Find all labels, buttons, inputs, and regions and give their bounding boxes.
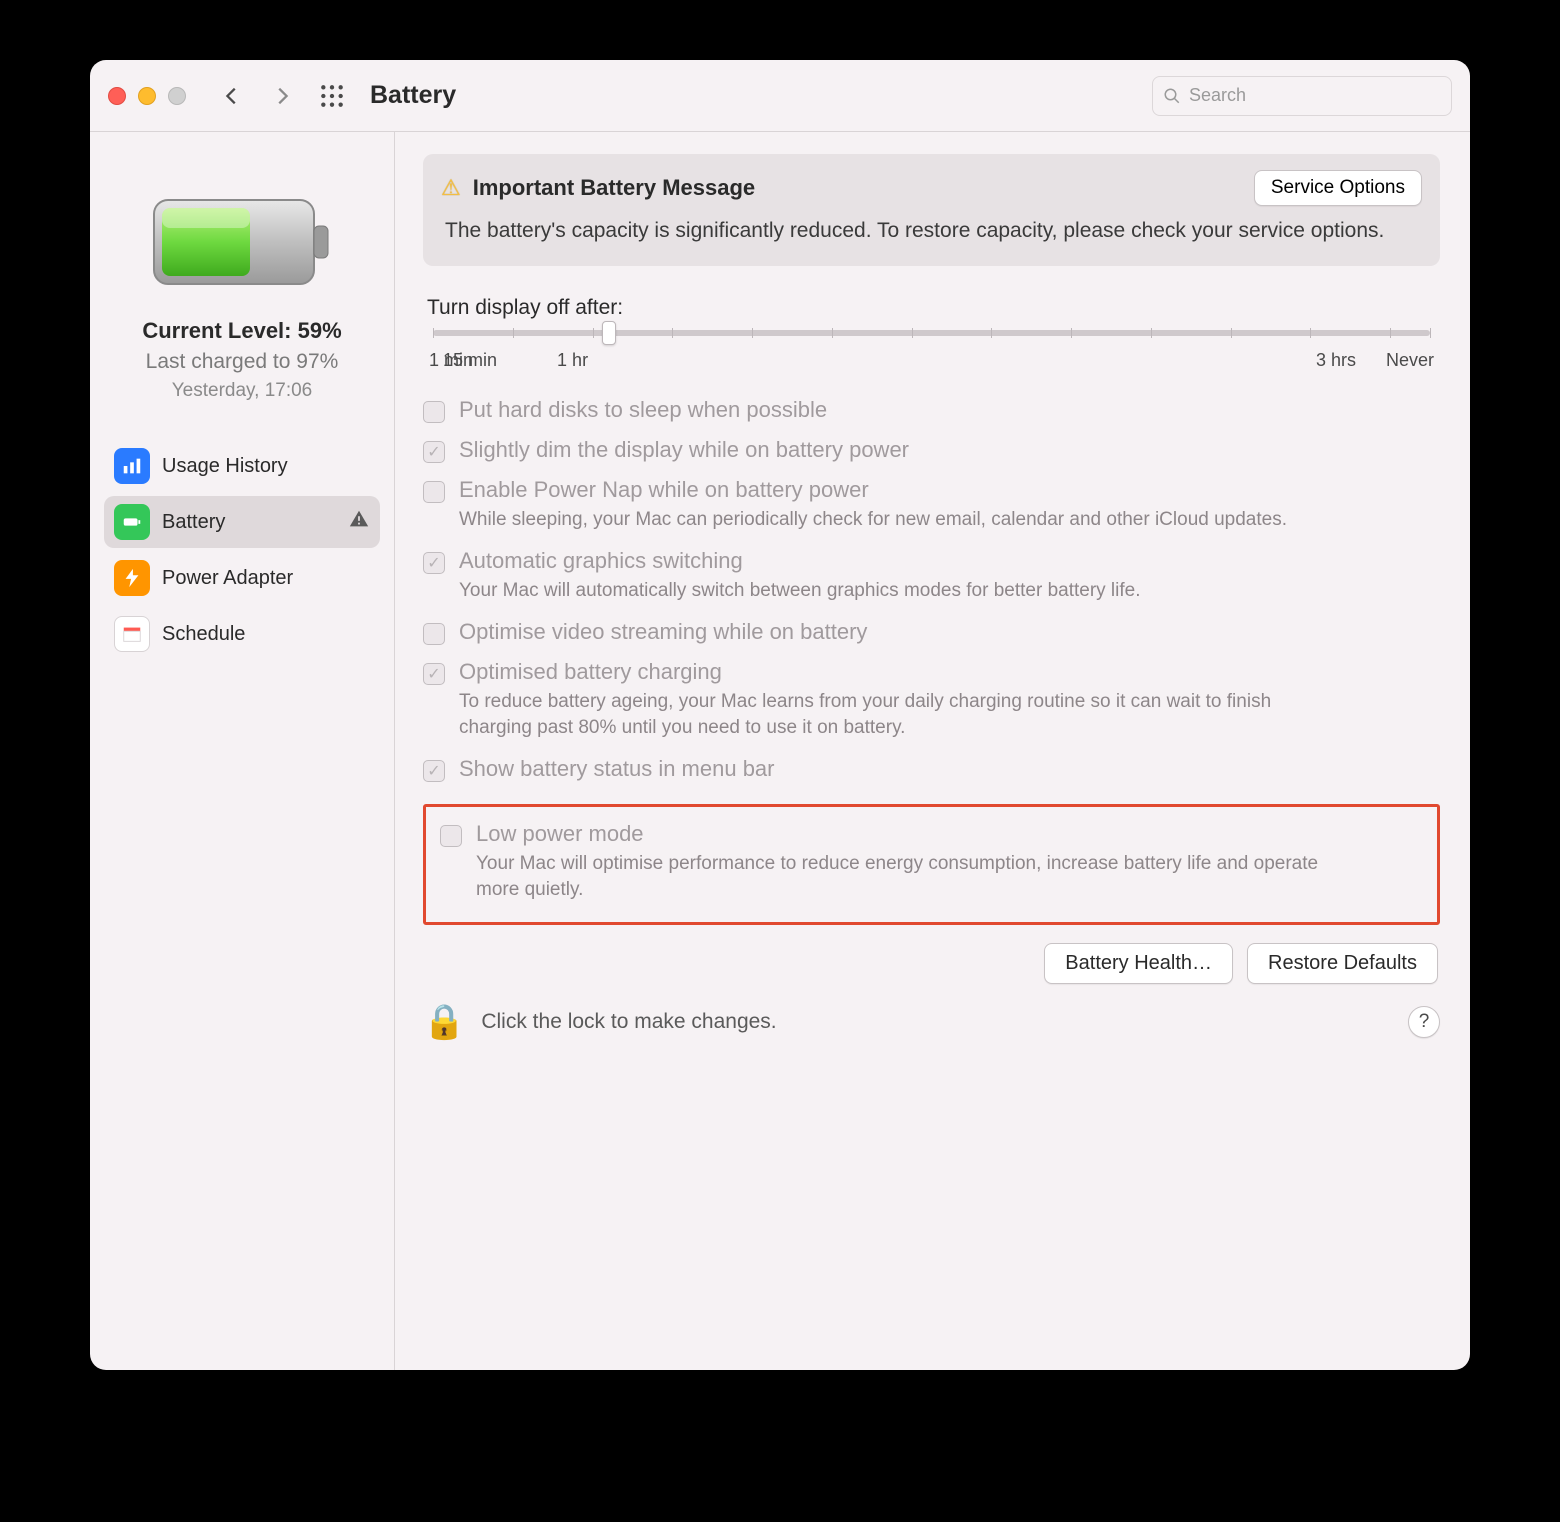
checkbox[interactable]: [423, 552, 445, 574]
sidebar-item-battery[interactable]: Battery: [104, 496, 380, 548]
tick-label: Never: [1386, 350, 1434, 371]
option-hard-disks-sleep[interactable]: Put hard disks to sleep when possible: [423, 397, 1440, 423]
checkbox[interactable]: [423, 481, 445, 503]
checkbox[interactable]: [423, 441, 445, 463]
preferences-window: Battery Search: [90, 60, 1470, 1370]
bolt-icon: [114, 560, 150, 596]
service-options-button[interactable]: Service Options: [1254, 170, 1422, 206]
option-label: Enable Power Nap while on battery power: [459, 477, 1287, 503]
battery-alert: ⚠︎ Important Battery Message Service Opt…: [423, 154, 1440, 266]
option-show-menu-bar[interactable]: Show battery status in menu bar: [423, 756, 1440, 782]
lock-text: Click the lock to make changes.: [481, 1010, 776, 1034]
forward-button[interactable]: [264, 78, 300, 114]
warning-icon: [348, 508, 370, 536]
checkbox[interactable]: [440, 825, 462, 847]
sidebar-item-label: Schedule: [162, 623, 245, 646]
window-title: Battery: [370, 81, 456, 110]
minimize-button[interactable]: [138, 87, 156, 105]
search-placeholder: Search: [1189, 85, 1246, 106]
tick-label: 15 min: [443, 350, 497, 371]
toolbar: Battery Search: [90, 60, 1470, 132]
option-dim-display[interactable]: Slightly dim the display while on batter…: [423, 437, 1440, 463]
option-optimise-video[interactable]: Optimise video streaming while on batter…: [423, 619, 1440, 645]
window-controls: [108, 87, 186, 105]
battery-illustration-icon: [152, 192, 332, 292]
option-optimised-charging[interactable]: Optimised battery charging To reduce bat…: [423, 659, 1440, 742]
checkbox[interactable]: [423, 663, 445, 685]
help-button[interactable]: ?: [1408, 1006, 1440, 1038]
current-level-label: Current Level: 59%: [142, 318, 341, 344]
option-label: Put hard disks to sleep when possible: [459, 397, 827, 423]
checkbox[interactable]: [423, 623, 445, 645]
options-list: Put hard disks to sleep when possible Sl…: [423, 397, 1440, 925]
footer-buttons: Battery Health… Restore Defaults: [425, 943, 1438, 984]
option-desc: Your Mac will automatically switch betwe…: [459, 578, 1141, 605]
battery-health-button[interactable]: Battery Health…: [1044, 943, 1233, 984]
show-all-icon[interactable]: [314, 78, 350, 114]
option-auto-graphics[interactable]: Automatic graphics switching Your Mac wi…: [423, 548, 1440, 605]
option-label: Optimised battery charging: [459, 659, 1339, 685]
back-button[interactable]: [214, 78, 250, 114]
restore-defaults-button[interactable]: Restore Defaults: [1247, 943, 1438, 984]
last-charged-label: Last charged to 97%: [146, 350, 339, 374]
low-power-mode-highlight: Low power mode Your Mac will optimise pe…: [423, 804, 1440, 925]
option-power-nap[interactable]: Enable Power Nap while on battery power …: [423, 477, 1440, 534]
last-charged-time: Yesterday, 17:06: [172, 380, 313, 402]
sidebar-nav: Usage History Battery Power Adapter: [104, 440, 380, 660]
tick-label: 1 hr: [557, 350, 588, 371]
slider-tick-labels: 1 min 15 min 1 hr 3 hrs Never: [429, 350, 1434, 371]
option-label: Slightly dim the display while on batter…: [459, 437, 909, 463]
alert-title: Important Battery Message: [473, 175, 755, 201]
option-low-power-mode[interactable]: Low power mode Your Mac will optimise pe…: [440, 821, 1423, 904]
close-button[interactable]: [108, 87, 126, 105]
option-label: Optimise video streaming while on batter…: [459, 619, 867, 645]
sidebar-item-label: Power Adapter: [162, 567, 293, 590]
sidebar-item-usage-history[interactable]: Usage History: [104, 440, 380, 492]
tick-label: 3 hrs: [1316, 350, 1356, 371]
lock-icon[interactable]: 🔒: [423, 1002, 465, 1042]
chart-bar-icon: [114, 448, 150, 484]
checkbox[interactable]: [423, 760, 445, 782]
main-content: ⚠︎ Important Battery Message Service Opt…: [395, 132, 1470, 1370]
sidebar-item-label: Usage History: [162, 455, 288, 478]
sidebar-item-schedule[interactable]: Schedule: [104, 608, 380, 660]
display-off-slider[interactable]: 1 min 15 min 1 hr 3 hrs Never: [423, 330, 1440, 371]
option-label: Automatic graphics switching: [459, 548, 1141, 574]
alert-body: The battery's capacity is significantly …: [441, 216, 1422, 246]
sidebar-item-label: Battery: [162, 511, 225, 534]
slider-thumb[interactable]: [602, 321, 616, 345]
battery-icon: [114, 504, 150, 540]
search-input[interactable]: Search: [1152, 76, 1452, 116]
option-desc: To reduce battery ageing, your Mac learn…: [459, 689, 1339, 742]
sidebar-item-power-adapter[interactable]: Power Adapter: [104, 552, 380, 604]
option-desc: While sleeping, your Mac can periodicall…: [459, 507, 1287, 534]
option-label: Low power mode: [476, 821, 1356, 847]
option-desc: Your Mac will optimise performance to re…: [476, 851, 1356, 904]
search-icon: [1163, 87, 1181, 105]
warning-icon: ⚠︎: [441, 175, 461, 201]
lock-row: 🔒 Click the lock to make changes. ?: [423, 1002, 1440, 1042]
checkbox[interactable]: [423, 401, 445, 423]
sidebar: Current Level: 59% Last charged to 97% Y…: [90, 132, 395, 1370]
option-label: Show battery status in menu bar: [459, 756, 775, 782]
calendar-icon: [114, 616, 150, 652]
zoom-button[interactable]: [168, 87, 186, 105]
display-off-label: Turn display off after:: [427, 296, 1440, 320]
